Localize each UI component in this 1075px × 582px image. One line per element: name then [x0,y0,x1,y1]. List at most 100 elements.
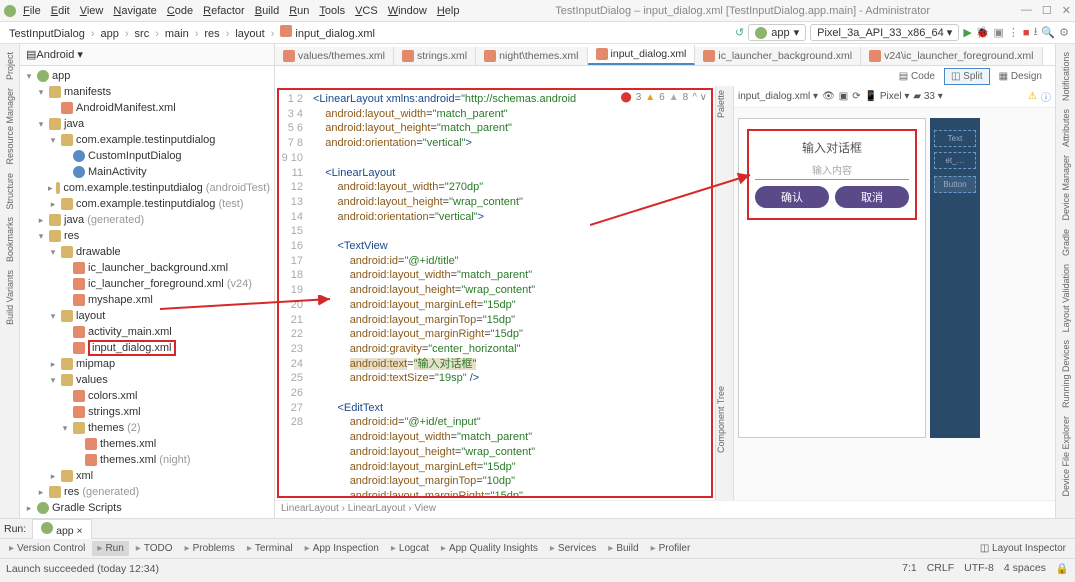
tree-item[interactable]: ic_launcher_background.xml [20,260,274,276]
maximize-icon[interactable]: ☐ [1042,4,1052,17]
stop-button[interactable]: ■ [1023,27,1030,39]
run-button[interactable]: ▶ [963,26,971,39]
toolwin-version-control[interactable]: ▸Version Control [4,541,90,556]
tree-item[interactable]: ▾java [20,116,274,132]
toolwin-todo[interactable]: ▸TODO [131,541,178,556]
menu-code[interactable]: Code [162,3,198,19]
toolwin-services[interactable]: ▸Services [545,541,601,556]
project-scope[interactable]: ▤ Android ▾ [20,44,274,66]
right-tab-notifications[interactable]: Notifications [1061,48,1071,105]
mode-code[interactable]: ▤ Code [892,68,942,85]
toolwin-profiler[interactable]: ▸Profiler [646,541,696,556]
sync-icon[interactable]: ↺ [735,26,744,39]
editor-tab[interactable]: values/themes.xml [275,47,394,65]
right-tab-device-file-explorer[interactable]: Device File Explorer [1061,412,1071,501]
breadcrumb-item[interactable]: input_dialog.xml [277,28,378,40]
menu-run[interactable]: Run [284,3,314,19]
tree-item[interactable]: ▾values [20,372,274,388]
breadcrumb-item[interactable]: TestInputDialog [6,28,88,40]
right-tab-attributes[interactable]: Attributes [1061,105,1071,151]
debug-button[interactable]: 🐞 [976,26,990,39]
blueprint-surface[interactable]: Text et_… Button [930,118,980,438]
tree-item[interactable]: myshape.xml [20,292,274,308]
palette-tab[interactable]: Palette [716,86,726,122]
surface-icon[interactable]: ▣ [839,91,848,102]
right-tab-device-manager[interactable]: Device Manager [1061,151,1071,225]
left-tab-resource-manager[interactable]: Resource Manager [5,84,15,169]
tree-item[interactable]: ▾layout [20,308,274,324]
tree-item[interactable]: ▾manifests [20,84,274,100]
editor-tab[interactable]: ic_launcher_background.xml [695,47,861,65]
tree-item[interactable]: strings.xml [20,404,274,420]
close-icon[interactable]: ✕ [1062,4,1071,17]
readonly-icon[interactable]: 🔒 [1056,562,1069,575]
tree-item[interactable]: input_dialog.xml [20,340,274,356]
tree-item[interactable]: CustomInputDialog [20,148,274,164]
tree-item[interactable]: ▸java (generated) [20,212,274,228]
toolwin-logcat[interactable]: ▸Logcat [386,541,434,556]
tree-item[interactable]: ▸mipmap [20,356,274,372]
editor-tab[interactable]: input_dialog.xml [588,45,696,65]
left-tab-build-variants[interactable]: Build Variants [5,266,15,329]
tree-item[interactable]: themes.xml [20,436,274,452]
right-tab-gradle[interactable]: Gradle [1061,225,1071,260]
git-icon[interactable]: ⭳ [1034,23,1038,42]
tree-item[interactable]: themes.xml (night) [20,452,274,468]
api-select[interactable]: ▰ 33 ▾ [913,91,942,102]
breadcrumb-item[interactable]: res [201,28,222,40]
menu-file[interactable]: File [18,3,46,19]
breadcrumb-item[interactable]: layout [232,28,267,40]
tree-item[interactable]: ▸Gradle Scripts [20,500,274,516]
mode-split[interactable]: ◫ Split [944,68,990,85]
breadcrumb-item[interactable]: main [162,28,192,40]
tree-item[interactable]: ▸xml [20,468,274,484]
menu-navigate[interactable]: Navigate [108,3,161,19]
tree-item[interactable]: ▾app [20,68,274,84]
design-surface[interactable]: 输入对话框 输入内容 确认 取消 [738,118,926,438]
menu-help[interactable]: Help [432,3,465,19]
code-breadcrumb[interactable]: LinearLayout › LinearLayout › View [275,500,1055,518]
breadcrumb-item[interactable]: src [132,28,153,40]
warning-icon[interactable]: ⚠ [1028,91,1037,102]
right-tab-running-devices[interactable]: Running Devices [1061,336,1071,412]
device-select[interactable]: 📱 Pixel ▾ [865,91,910,102]
menu-tools[interactable]: Tools [314,3,350,19]
code-editor[interactable]: ⬤3 ▲6 ▲8 ^ ∨ 1 2 3 4 5 6 7 8 9 10 11 12 … [277,88,713,498]
tree-item[interactable]: MainActivity [20,164,274,180]
attrs-info-icon[interactable]: ⓘ [1041,89,1051,104]
orientation-icon[interactable]: ⟳ [852,91,860,102]
mode-design[interactable]: ▦ Design [992,68,1049,85]
search-icon[interactable]: 🔍 [1041,26,1055,39]
line-ending[interactable]: CRLF [927,562,954,575]
component-tree-tab[interactable]: Component Tree [716,382,726,457]
encoding[interactable]: UTF-8 [964,562,994,575]
menu-window[interactable]: Window [383,3,432,19]
toolwin-run[interactable]: ▸Run [92,541,128,556]
editor-tab[interactable]: strings.xml [394,47,476,65]
left-tab-structure[interactable]: Structure [5,169,15,214]
more-run-icon[interactable]: ⋮ [1008,26,1019,39]
menu-build[interactable]: Build [250,3,284,19]
tree-item[interactable]: ▾themes (2) [20,420,274,436]
menu-edit[interactable]: Edit [46,3,75,19]
menu-vcs[interactable]: VCS [350,3,383,19]
caret-pos[interactable]: 7:1 [902,562,917,575]
run-tab-app[interactable]: app × [32,519,92,539]
menu-view[interactable]: View [75,3,109,19]
view-options-icon[interactable]: 👁 [822,91,835,102]
tree-item[interactable]: ▾com.example.testinputdialog [20,132,274,148]
run-config-device[interactable]: Pixel_3a_API_33_x86_64 ▾ [810,24,959,41]
tree-item[interactable]: activity_main.xml [20,324,274,340]
profile-button[interactable]: ▣ [994,26,1004,39]
tree-item[interactable]: ▸com.example.testinputdialog (test) [20,196,274,212]
toolwin-build[interactable]: ▸Build [603,541,643,556]
tree-item[interactable]: ▸res (generated) [20,484,274,500]
breadcrumb-item[interactable]: app [98,28,122,40]
left-tab-bookmarks[interactable]: Bookmarks [5,213,15,266]
indent[interactable]: 4 spaces [1004,562,1046,575]
toolwin-app-inspection[interactable]: ▸App Inspection [300,541,384,556]
left-tab-project[interactable]: Project [5,48,15,84]
tree-item[interactable]: ▾res [20,228,274,244]
minimize-icon[interactable]: — [1021,4,1032,17]
run-config-module[interactable]: app ▾ [748,24,806,41]
